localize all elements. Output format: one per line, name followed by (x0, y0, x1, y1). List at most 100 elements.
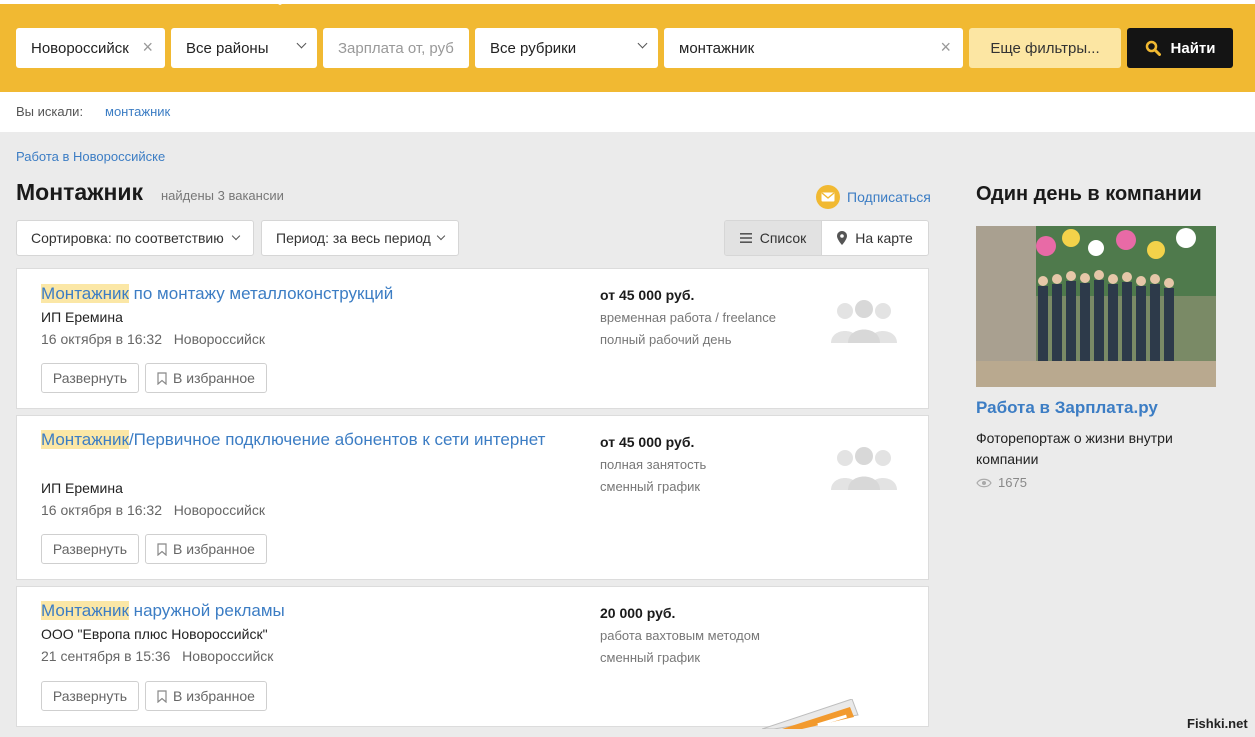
team-photo-image (976, 226, 1216, 387)
map-pin-icon (837, 231, 848, 245)
salary: от 45 000 руб. (600, 434, 695, 450)
vacancy-city: Новороссийск (173, 331, 265, 347)
vacancy-title-link[interactable]: Монтажник по монтажу металлоконструкций (41, 282, 561, 306)
chevron-down-icon (231, 231, 241, 241)
view-toggle: Список На карте (724, 220, 929, 256)
post-date: 16 октября в 16:32 (41, 502, 163, 518)
expand-label: Развернуть (52, 688, 128, 704)
watermark: Fishki.net (1187, 716, 1248, 731)
city-input[interactable]: Новороссийск × (16, 28, 165, 68)
expand-label: Развернуть (52, 370, 128, 386)
title-rest: по монтажу металлоконструкций (128, 284, 394, 303)
bookmark-icon (157, 542, 167, 556)
promo-description: Фоторепортаж о жизни внутри компании (976, 430, 1173, 467)
eye-icon (976, 478, 992, 487)
search-icon (1145, 40, 1161, 56)
company-logo-placeholder-icon (831, 300, 897, 343)
chevron-down-icon (637, 38, 648, 49)
title-rest: наружной рекламы (128, 601, 285, 620)
vacancy-meta: 21 сентября в 15:36 Новороссийск (41, 648, 273, 664)
company-name: ИП Еремина (41, 480, 123, 496)
employment-type: работа вахтовым методом (600, 628, 760, 643)
find-label: Найти (1170, 39, 1216, 57)
subscribe-link[interactable]: Подписаться (816, 185, 931, 209)
title-highlight: Монтажник (41, 284, 129, 303)
nav-pointer (270, 0, 290, 5)
title-highlight: Монтажник (41, 430, 129, 449)
more-filters-button[interactable]: Еще фильтры... (969, 28, 1121, 68)
view-list-button[interactable]: Список (725, 221, 822, 255)
rubric-value: Все рубрики (490, 39, 577, 57)
promo-link[interactable]: Работа в Зарплата.ру (976, 398, 1158, 418)
bookmark-icon (157, 371, 167, 385)
vacancy-title-link[interactable]: Монтажник/Первичное подключение абоненто… (41, 428, 561, 452)
view-map-button[interactable]: На карте (822, 221, 928, 255)
favorite-label: В избранное (173, 688, 255, 704)
schedule: полный рабочий день (600, 332, 732, 347)
promo-heading: Один день в компании (976, 183, 1202, 205)
favorite-label: В избранное (173, 370, 255, 386)
expand-button[interactable]: Развернуть (41, 534, 139, 564)
vacancy-card: Монтажник наружной рекламы ООО "Европа п… (16, 586, 929, 729)
query-input[interactable]: монтажник × (664, 28, 963, 68)
expand-button[interactable]: Развернуть (41, 681, 139, 711)
district-value: Все районы (186, 39, 269, 57)
searched-bar: Вы искали: монтажник (0, 92, 1255, 132)
chevron-down-icon (436, 231, 446, 241)
search-bar: Новороссийск × Все районы Зарплата от, р… (0, 0, 1255, 92)
expand-button[interactable]: Развернуть (41, 363, 139, 393)
envelope-icon (816, 185, 840, 209)
vacancy-city: Новороссийск (182, 648, 274, 664)
page-title: Монтажник (16, 179, 144, 205)
favorite-button[interactable]: В избранное (145, 534, 267, 564)
searched-label: Вы искали: (16, 104, 84, 119)
company-name: ИП Еремина (41, 309, 123, 325)
vacancy-meta: 16 октября в 16:32 Новороссийск (41, 331, 265, 347)
clear-query-icon[interactable]: × (940, 37, 951, 58)
searched-term-link[interactable]: монтажник (105, 104, 170, 119)
views-count: 1675 (998, 475, 1027, 490)
favorite-button[interactable]: В избранное (145, 681, 267, 711)
salary: 20 000 руб. (600, 605, 676, 621)
vacancy-title-link[interactable]: Монтажник наружной рекламы (41, 599, 561, 623)
schedule: сменный график (600, 479, 701, 494)
post-date: 16 октября в 16:32 (41, 331, 163, 347)
salary-input[interactable]: Зарплата от, руб (323, 28, 469, 68)
employment-type: полная занятость (600, 457, 707, 472)
sort-label: Сортировка: по соответствию (31, 230, 224, 246)
vacancy-card: Монтажник/Первичное подключение абоненто… (16, 415, 929, 580)
post-date: 21 сентября в 15:36 (41, 648, 171, 664)
results-count: найдены 3 вакансии (161, 188, 284, 203)
clear-city-icon[interactable]: × (142, 37, 153, 58)
favorite-label: В избранное (173, 541, 255, 557)
favorite-button[interactable]: В избранное (145, 363, 267, 393)
district-select[interactable]: Все районы (171, 28, 317, 68)
decorative-banner-image (762, 699, 859, 729)
view-list-label: Список (759, 230, 807, 246)
title-highlight: Монтажник (41, 601, 129, 620)
promo-photo[interactable] (976, 226, 1216, 387)
vacancy-meta: 16 октября в 16:32 Новороссийск (41, 502, 265, 518)
employment-type: временная работа / freelance (600, 310, 776, 325)
chevron-down-icon (296, 38, 307, 49)
view-map-label: На карте (855, 230, 913, 246)
breadcrumb[interactable]: Работа в Новороссийске (16, 149, 165, 164)
bookmark-icon (157, 689, 167, 703)
vacancy-card: Монтажник по монтажу металлоконструкций … (16, 268, 929, 409)
views-counter: 1675 (976, 475, 1027, 490)
sort-dropdown[interactable]: Сортировка: по соответствию (16, 220, 254, 256)
find-button[interactable]: Найти (1127, 28, 1233, 68)
rubric-select[interactable]: Все рубрики (475, 28, 658, 68)
schedule: сменный график (600, 650, 701, 665)
list-icon (739, 233, 752, 243)
expand-label: Развернуть (52, 541, 128, 557)
company-logo-placeholder-icon (831, 447, 897, 490)
subscribe-label: Подписаться (847, 189, 931, 205)
city-value: Новороссийск (31, 39, 129, 57)
salary-placeholder: Зарплата от, руб (338, 39, 454, 57)
period-dropdown[interactable]: Период: за весь период (261, 220, 459, 256)
salary: от 45 000 руб. (600, 287, 695, 303)
query-value: монтажник (679, 39, 755, 57)
vacancy-city: Новороссийск (173, 502, 265, 518)
company-name: ООО "Европа плюс Новороссийск" (41, 626, 268, 642)
